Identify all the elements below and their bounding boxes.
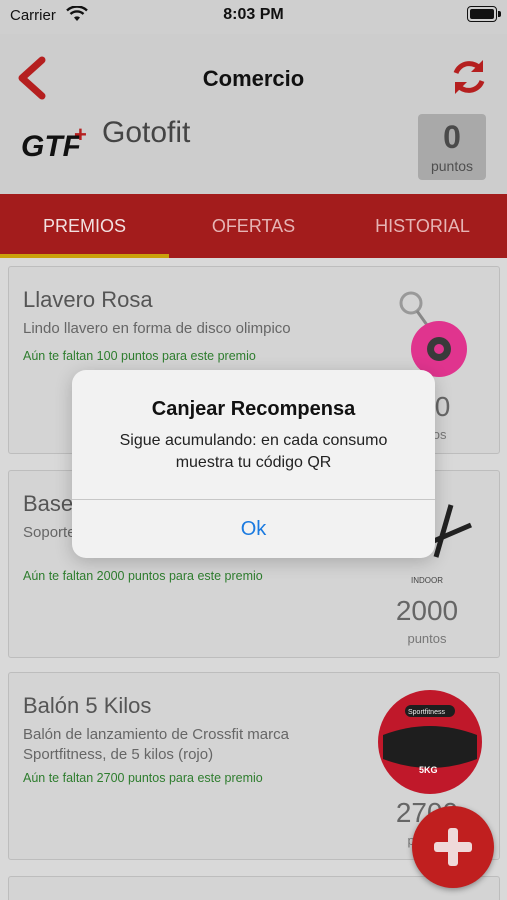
reward-points: 2000 (395, 595, 459, 626)
ball-weight-text: 5KG (419, 765, 438, 775)
clock: 8:03 PM (223, 6, 284, 23)
alert-message: Sigue acumulando: en cada consumo muestr… (119, 432, 388, 471)
refresh-icon[interactable] (449, 56, 489, 98)
reward-points-label: puntos (407, 631, 447, 646)
add-button[interactable] (412, 806, 494, 888)
reward-description: Lindo llavero en forma de disco olimpico (23, 320, 291, 337)
reward-hint: Aún te faltan 2700 puntos para este prem… (23, 771, 263, 785)
points-label: puntos (430, 158, 474, 174)
reward-card[interactable] (8, 876, 500, 900)
svg-text:GTF: GTF (21, 130, 82, 163)
battery-icon (467, 6, 501, 22)
reward-title: Base (23, 491, 74, 516)
header: Comercio GTF + Gotofit 0 puntos (0, 34, 507, 194)
reward-hint: Aún te faltan 100 puntos para este premi… (23, 349, 256, 363)
tab-premios[interactable]: PREMIOS (0, 194, 169, 258)
svg-text:+: + (74, 122, 87, 147)
reward-hint: Aún te faltan 2000 puntos para este prem… (23, 569, 263, 583)
points-value: 0 (443, 119, 461, 155)
medicine-ball-image: Sportfitness 5KG (378, 690, 482, 794)
alert-dialog: Canjear Recompensa Sigue acumulando: en … (72, 370, 435, 558)
ok-button[interactable]: Ok (72, 500, 435, 558)
ball-brand-text: Sportfitness (408, 709, 445, 716)
reward-description: Balón de lanzamiento de Crossfit marca S… (23, 726, 289, 763)
reward-title: Balón 5 Kilos (23, 693, 152, 718)
alert-title: Canjear Recompensa (151, 398, 356, 420)
svg-text:INDOOR: INDOOR (411, 576, 443, 585)
page-title: Comercio (202, 66, 305, 91)
points-badge: 0 puntos (418, 114, 486, 180)
brand-name: Gotofit (102, 116, 191, 149)
keychain-image (399, 291, 467, 377)
tab-bar: PREMIOS OFERTAS HISTORIAL (0, 194, 507, 258)
reward-title: Llavero Rosa (23, 287, 153, 312)
tab-ofertas[interactable]: OFERTAS (169, 194, 338, 258)
brand-logo: GTF + (21, 122, 87, 163)
status-bar: Carrier 8:03 PM (0, 0, 507, 34)
tab-historial[interactable]: HISTORIAL (338, 194, 507, 258)
